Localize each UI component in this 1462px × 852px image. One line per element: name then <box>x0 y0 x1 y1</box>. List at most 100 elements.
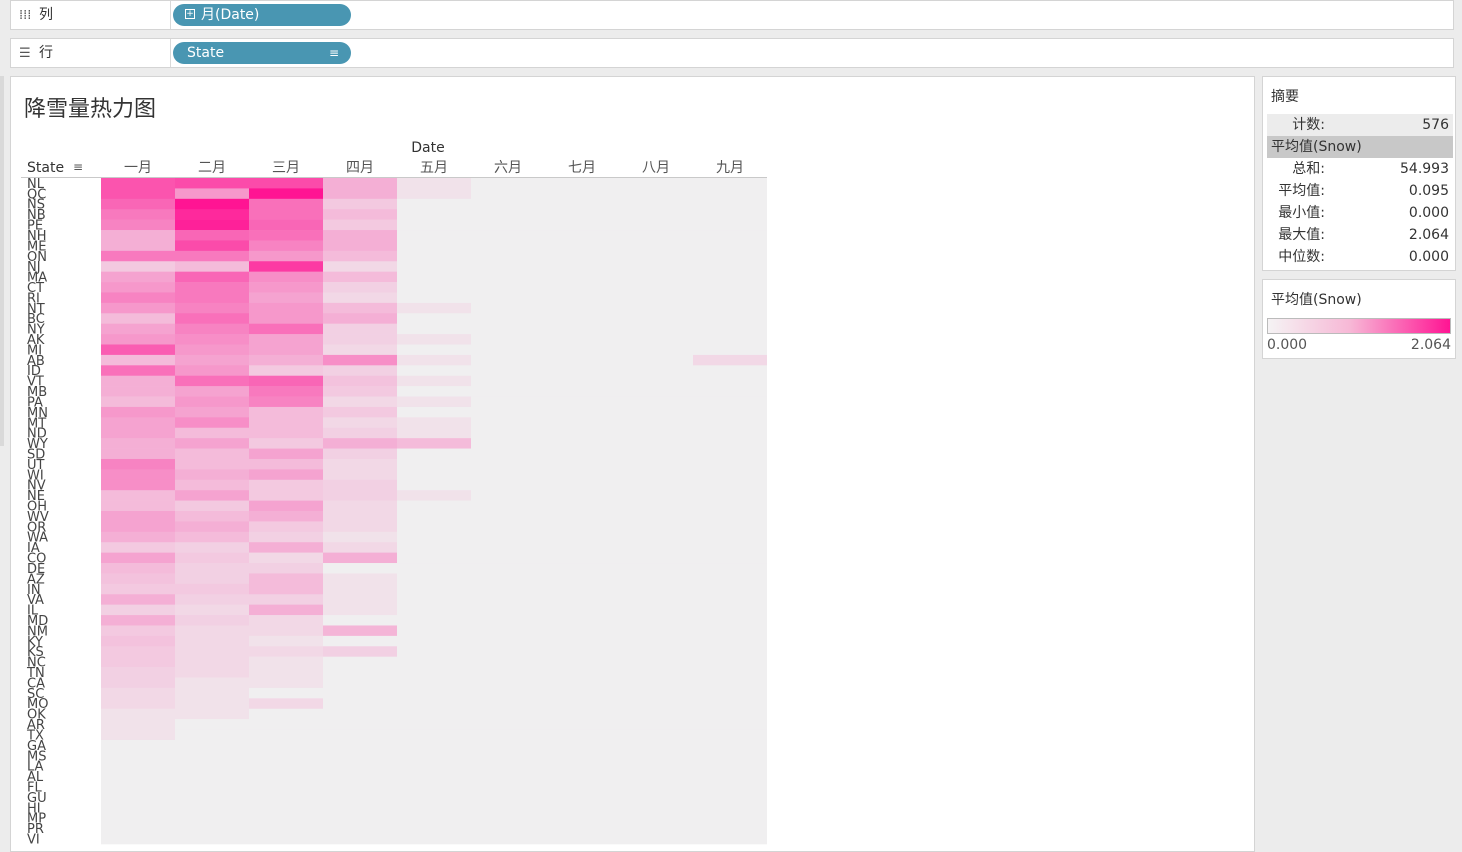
heatmap-cell <box>101 583 175 595</box>
heatmap-cell <box>397 604 471 616</box>
heatmap-cell <box>101 313 175 324</box>
heatmap-cell <box>101 386 175 397</box>
heatmap-cell <box>101 791 175 803</box>
heatmap-cell <box>693 656 767 668</box>
heatmap-cell <box>397 719 471 730</box>
heatmap-cell <box>175 760 249 772</box>
heatmap-cell <box>397 386 471 397</box>
heatmap-cell <box>545 313 619 324</box>
heatmap-cell <box>249 469 323 481</box>
heatmap-cell <box>471 531 545 543</box>
heatmap-cell <box>323 542 397 553</box>
heatmap-cell <box>101 687 175 699</box>
heatmap-cell <box>397 583 471 595</box>
heatmap-cell <box>101 406 175 418</box>
heatmap-cell <box>619 802 693 814</box>
heatmap-cell <box>397 677 471 689</box>
heatmap-cell <box>397 198 471 210</box>
heatmap-cell <box>471 719 545 730</box>
heatmap-cell <box>101 708 175 720</box>
heatmap-cell <box>323 323 397 335</box>
heatmap-cell <box>175 552 249 564</box>
heatmap-cell <box>249 729 323 741</box>
heatmap-cell <box>545 302 619 314</box>
heatmap-cell <box>175 261 249 272</box>
heatmap-cell <box>175 396 249 408</box>
heatmap-cell <box>693 188 767 200</box>
color-legend-card[interactable]: 平均值(Snow) 0.000 2.064 <box>1262 279 1456 359</box>
heatmap-cell <box>323 209 397 220</box>
heatmap-cell <box>323 427 397 439</box>
heatmap-cell <box>249 365 323 377</box>
heatmap-cell <box>619 323 693 335</box>
heatmap-cell <box>175 708 249 720</box>
heatmap-cell <box>545 417 619 429</box>
heatmap-cell <box>693 698 767 710</box>
heatmap-cell <box>471 500 545 512</box>
heatmap-cell <box>175 750 249 762</box>
heatmap-cell <box>693 677 767 689</box>
heatmap-cell <box>693 386 767 397</box>
heatmap-cell <box>545 531 619 543</box>
heatmap-cell <box>693 427 767 439</box>
heatmap-cell <box>545 542 619 553</box>
heatmap-cell <box>471 667 545 678</box>
heatmap-cell <box>323 344 397 356</box>
heatmap-cell <box>545 563 619 574</box>
heatmap-cell <box>323 823 397 834</box>
heatmap-cell <box>323 458 397 470</box>
heatmap-cell <box>101 521 175 533</box>
heatmap-cell <box>397 490 471 501</box>
heatmap-cell <box>619 604 693 616</box>
heatmap-cell <box>249 500 323 512</box>
heatmap-cell <box>545 240 619 252</box>
summary-count-row: 计数: 576 <box>1267 114 1453 136</box>
heatmap-cell <box>471 406 545 418</box>
heatmap-cell <box>693 469 767 481</box>
heatmap-cell <box>471 427 545 439</box>
heatmap-cell <box>471 302 545 314</box>
heatmap-cell <box>397 802 471 814</box>
state-pill[interactable]: State ≡ <box>173 42 351 64</box>
heatmap-cell <box>471 552 545 564</box>
heatmap-chart: Date一月 二月 三月 四月 五月 六月 七月 八月 九月State ≡NLQCNSNBPENH… <box>21 140 767 848</box>
heatmap-cell <box>545 802 619 814</box>
heatmap-cell <box>693 292 767 304</box>
heatmap-cell <box>471 323 545 335</box>
heatmap-cell <box>101 646 175 657</box>
heatmap-cell <box>249 573 323 585</box>
heatmap-cell <box>101 594 175 605</box>
heatmap-cell <box>101 667 175 678</box>
heatmap-cell <box>693 563 767 574</box>
heatmap-cell <box>175 542 249 553</box>
heatmap-cell <box>101 365 175 377</box>
heatmap-cell <box>619 594 693 605</box>
heatmap-cell <box>101 438 175 449</box>
heatmap-cell <box>323 833 397 845</box>
worksheet-view: 降雪量热力图 Date 一月 二月 三月 四月 五月 六月 七月 八月 九月 State ≡ NL QC N… <box>10 76 1255 852</box>
heatmap-cell <box>249 771 323 782</box>
heatmap-cell <box>175 334 249 345</box>
month-date-pill[interactable]: + 月(Date) <box>173 4 351 26</box>
heatmap-cell <box>101 469 175 481</box>
heatmap-cell <box>693 334 767 345</box>
heatmap-cell <box>249 271 323 283</box>
expand-plus-icon[interactable]: + <box>185 9 195 19</box>
heatmap-cell <box>545 209 619 220</box>
heatmap-cell <box>101 750 175 762</box>
heatmap-cell <box>323 406 397 418</box>
heatmap-cell <box>101 375 175 387</box>
sort-icon[interactable]: ≡ <box>329 42 339 64</box>
heatmap-cell <box>545 292 619 304</box>
heatmap-cell <box>693 635 767 647</box>
heatmap-cell <box>249 406 323 418</box>
heatmap-cell <box>323 396 397 408</box>
heatmap-cell <box>323 438 397 449</box>
heatmap-cell <box>101 656 175 668</box>
heatmap-cell <box>471 271 545 283</box>
heatmap-cell <box>397 781 471 793</box>
row-label: VI <box>27 833 40 848</box>
heatmap-cell <box>619 729 693 741</box>
heatmap-cell <box>175 365 249 377</box>
heatmap-cell <box>397 240 471 252</box>
